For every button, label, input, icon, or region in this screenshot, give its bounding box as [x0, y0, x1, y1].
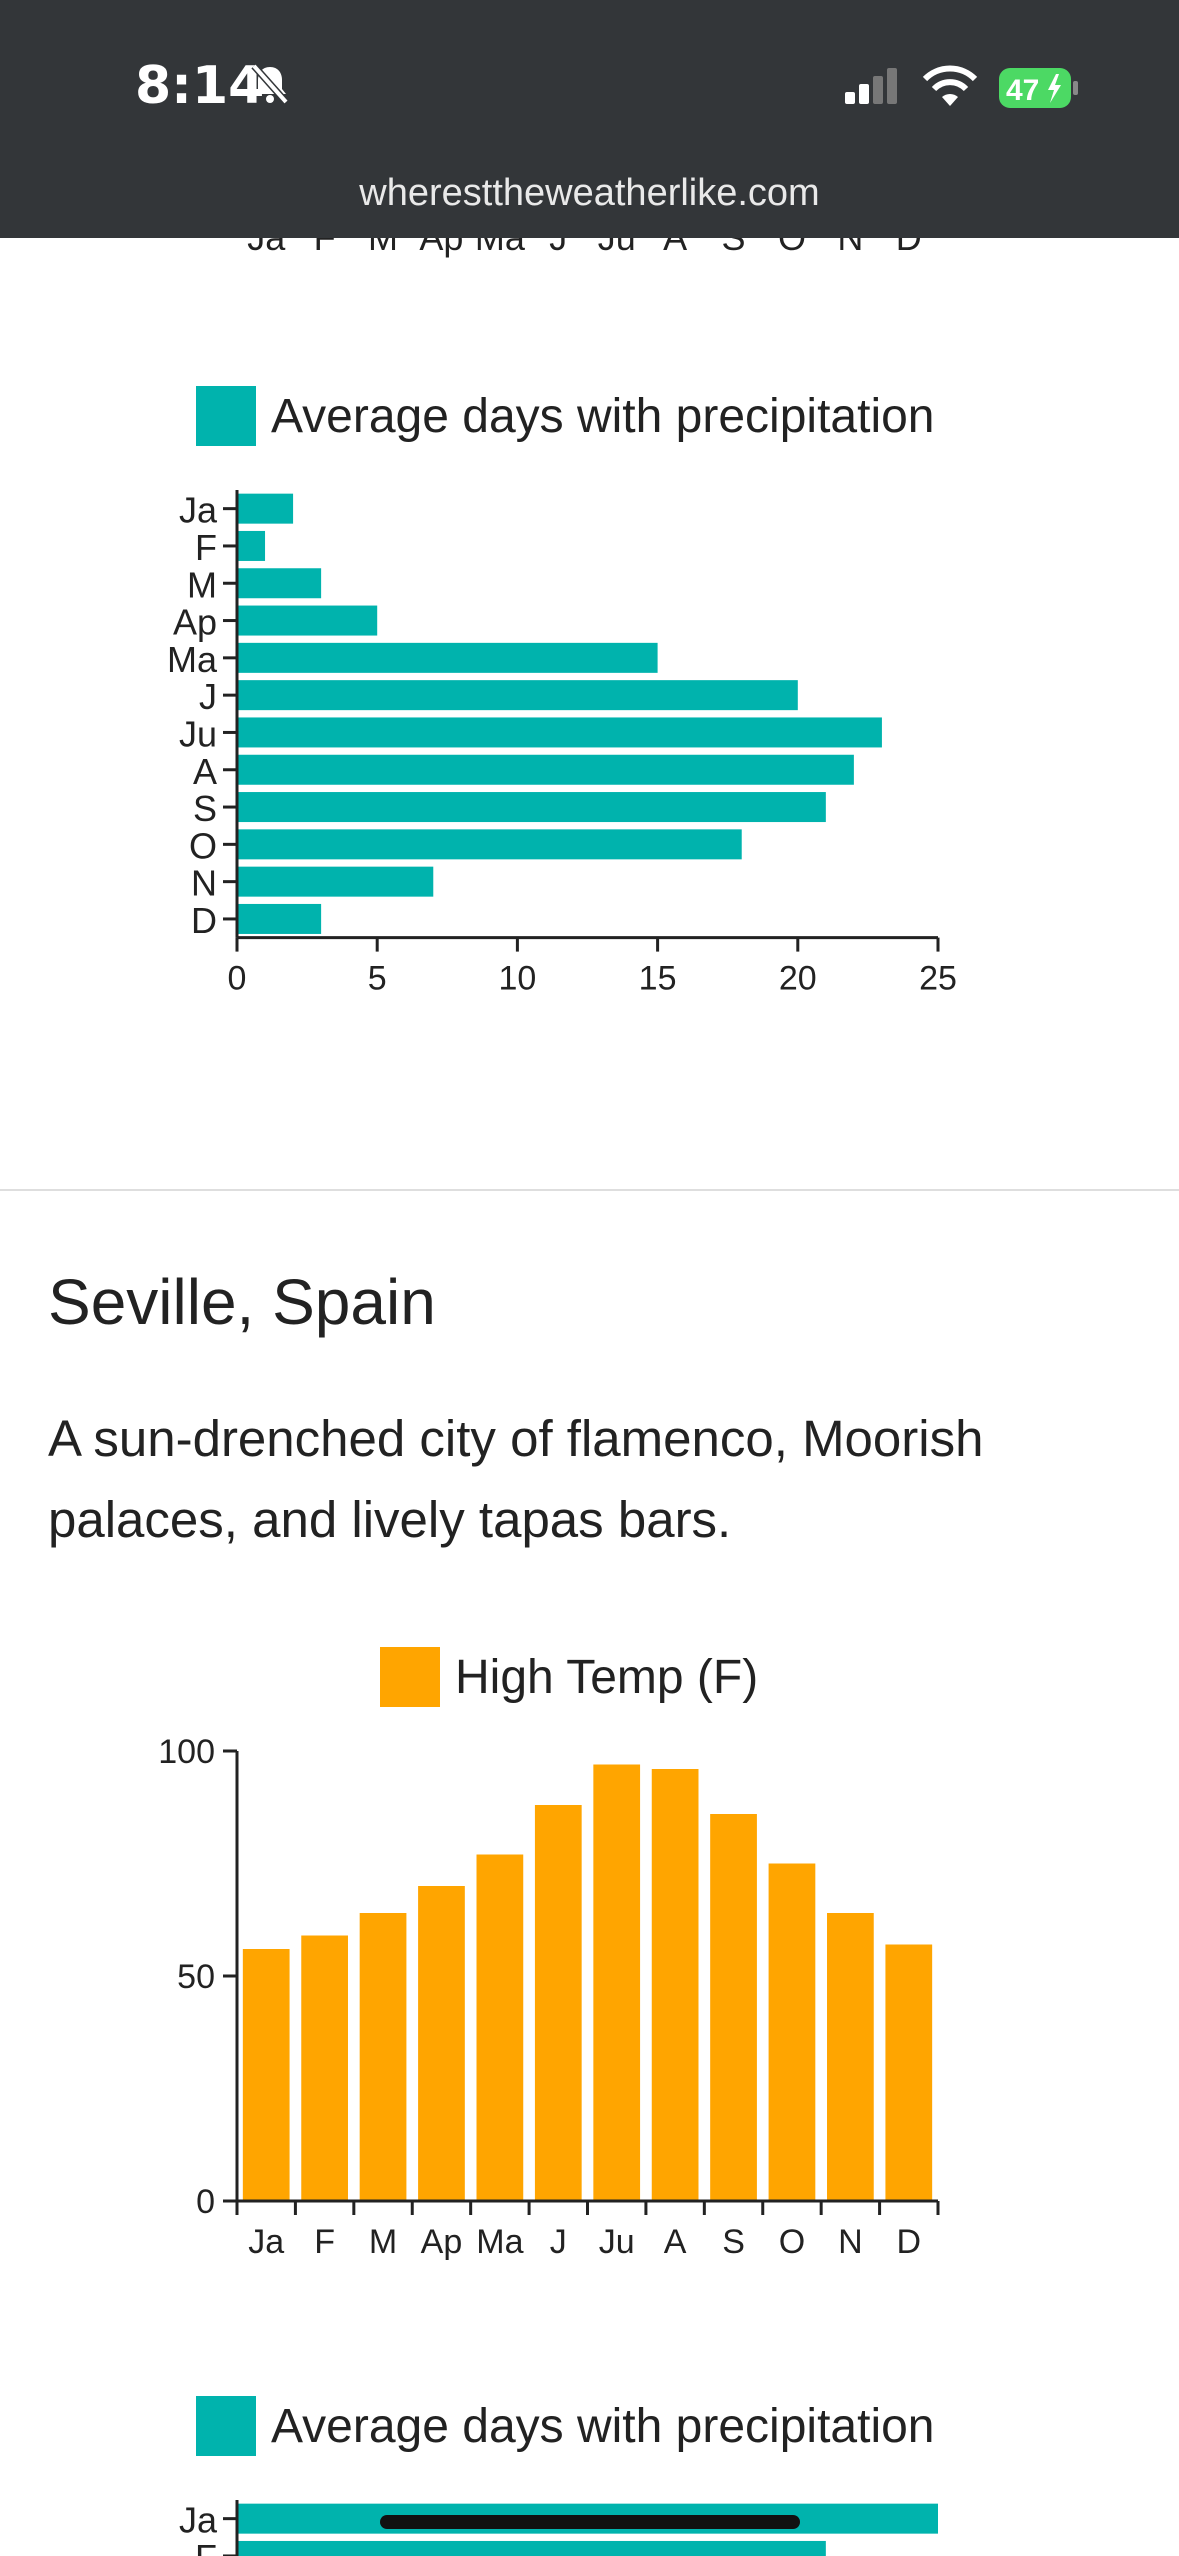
- cellular-signal-icon: [845, 68, 897, 104]
- bar-ju: [237, 717, 882, 748]
- x-tick-label: 0: [228, 960, 247, 998]
- y-tick-label: 100: [158, 1733, 215, 1771]
- browser-header: 8:14 47 wheresttheweatherlike.com: [0, 0, 1179, 238]
- wifi-icon: [922, 65, 978, 106]
- y-tick-label: 50: [177, 1958, 215, 1996]
- bar-o: [237, 829, 742, 860]
- x-tick-label: A: [664, 2223, 687, 2261]
- y-tick-label: D: [191, 900, 217, 941]
- bar-ma: [476, 1854, 524, 2201]
- y-tick-label: Ap: [173, 602, 217, 643]
- bar-f: [301, 1935, 348, 2201]
- y-tick-label: M: [187, 564, 217, 605]
- legend-label-high-temp: High Temp (F): [455, 1651, 758, 1704]
- x-tick-label: 5: [368, 960, 387, 998]
- x-tick-label: 20: [779, 960, 817, 998]
- y-tick-label: 0: [196, 2183, 215, 2221]
- bar-ja: [242, 1949, 290, 2201]
- page-content: JaFMApMaJJuASOND Average days with preci…: [0, 0, 1179, 2556]
- x-tick-label: Ja: [248, 2223, 284, 2261]
- y-tick-label: Ja: [179, 490, 218, 531]
- x-tick-label: 15: [639, 960, 677, 998]
- x-tick-label: S: [722, 2223, 745, 2261]
- x-tick-label: Ju: [599, 2223, 635, 2261]
- x-tick-label: 25: [919, 960, 957, 998]
- y-tick-label: J: [199, 676, 217, 717]
- bar-a: [651, 1769, 699, 2201]
- y-tick-label: N: [191, 863, 217, 904]
- y-tick-label: Ma: [167, 639, 218, 680]
- bar-ju: [593, 1764, 641, 2201]
- y-tick-label: Ja: [179, 2500, 218, 2541]
- city-title: Seville, Spain: [48, 1266, 436, 1338]
- battery-charging-icon: 47: [999, 68, 1078, 108]
- y-tick-label: S: [193, 788, 217, 829]
- x-tick-label: D: [897, 2223, 922, 2261]
- legend-label-precipitation-seville: Average days with precipitation: [271, 2400, 935, 2453]
- y-tick-label: F: [195, 2537, 217, 2556]
- legend-swatch-high-temp: [380, 1647, 440, 1707]
- bar-d: [885, 1944, 933, 2201]
- bar-j: [534, 1805, 582, 2201]
- bar-f: [237, 530, 266, 561]
- bar-d: [237, 903, 322, 934]
- bar-o: [768, 1863, 816, 2201]
- bar-ap: [418, 1886, 465, 2201]
- legend-swatch-precipitation: [196, 386, 256, 446]
- city-description: A sun-drenched city of flamenco, Moorish…: [48, 1410, 984, 1548]
- legend-swatch-precipitation-seville: [196, 2396, 256, 2456]
- x-tick-label: J: [550, 2223, 567, 2261]
- y-tick-label: A: [193, 751, 217, 792]
- bar-ap: [237, 605, 378, 636]
- bar-s: [710, 1814, 757, 2201]
- bar-n: [827, 1913, 874, 2201]
- bar-f: [237, 2540, 826, 2556]
- precipitation-days-chart: Average days with precipitation JaFMApMa…: [167, 386, 957, 998]
- bar-n: [237, 866, 434, 897]
- bar-a: [237, 754, 854, 785]
- bar-ma: [237, 642, 658, 673]
- bar-m: [237, 568, 322, 599]
- x-tick-label: Ma: [476, 2223, 523, 2261]
- y-tick-label: F: [195, 527, 217, 568]
- legend-label-precipitation: Average days with precipitation: [271, 390, 935, 443]
- high-temperature-chart: High Temp (F) Ja F M Ap Ma J Ju A S O N D 0 50 100: [158, 1647, 940, 2261]
- x-tick-label: M: [369, 2223, 397, 2261]
- bell-muted-icon: [251, 63, 289, 105]
- x-tick-label: 10: [498, 960, 536, 998]
- y-tick-label: Ju: [179, 713, 217, 754]
- x-tick-label: N: [838, 2223, 863, 2261]
- x-tick-label: Ap: [421, 2223, 463, 2261]
- url-bar[interactable]: wheresttheweatherlike.com: [0, 172, 1179, 215]
- bar-ja: [237, 493, 294, 524]
- x-tick-label: F: [314, 2223, 335, 2261]
- bar-m: [359, 1913, 407, 2201]
- bar-j: [237, 680, 798, 711]
- section-divider: [0, 1189, 1179, 1191]
- battery-percent: 47: [1006, 74, 1039, 107]
- y-tick-label: O: [189, 825, 217, 866]
- x-tick-label: O: [779, 2223, 805, 2261]
- home-indicator[interactable]: [380, 2515, 800, 2529]
- bar-s: [237, 792, 826, 823]
- precipitation-days-chart-seville: Average days with precipitation JaF: [179, 2396, 938, 2556]
- status-time: 8:14: [135, 56, 265, 116]
